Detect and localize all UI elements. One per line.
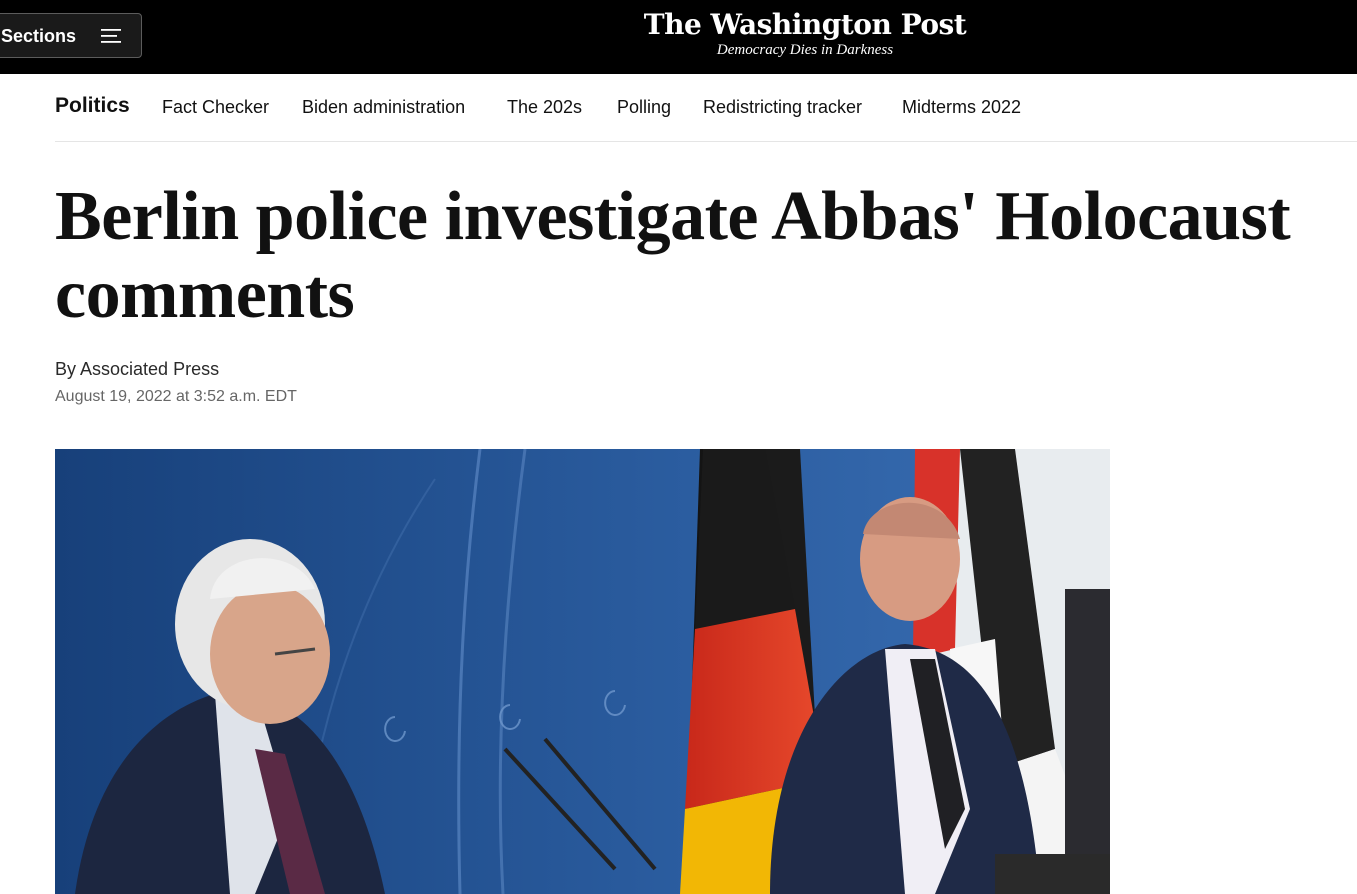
lead-photo-illustration <box>55 449 1110 894</box>
masthead-tagline: Democracy Dies in Darkness <box>716 42 894 58</box>
subnav-item-the-202s[interactable]: The 202s <box>507 96 582 118</box>
byline-author[interactable]: Associated Press <box>80 359 219 379</box>
hamburger-menu-icon <box>101 29 121 43</box>
subnav-item-politics[interactable]: Politics <box>55 95 130 117</box>
subnav-item-biden-administration[interactable]: Biden administration <box>302 96 465 118</box>
byline-prefix: By <box>55 359 81 379</box>
article-headline: Berlin police investigate Abbas' Holocau… <box>55 178 1291 333</box>
politics-subnav: Politics Fact Checker Biden administrati… <box>55 74 1357 142</box>
washington-post-logo[interactable]: The Washington Post <box>600 8 1010 42</box>
top-bar: Sections The Washington Post Democracy D… <box>0 0 1357 74</box>
publish-timestamp: August 19, 2022 at 3:52 a.m. EDT <box>55 388 297 405</box>
subnav-item-polling[interactable]: Polling <box>617 96 671 118</box>
sections-label: Sections <box>1 26 77 46</box>
subnav-item-fact-checker[interactable]: Fact Checker <box>162 96 269 118</box>
masthead[interactable]: The Washington Post Democracy Dies in Da… <box>600 8 1010 58</box>
sections-button[interactable]: Sections <box>0 13 142 58</box>
lead-photo[interactable] <box>55 449 1110 894</box>
subnav-item-redistricting-tracker[interactable]: Redistricting tracker <box>703 96 862 118</box>
byline: By Associated Press <box>55 358 219 380</box>
subnav-item-midterms-2022[interactable]: Midterms 2022 <box>902 96 1021 118</box>
